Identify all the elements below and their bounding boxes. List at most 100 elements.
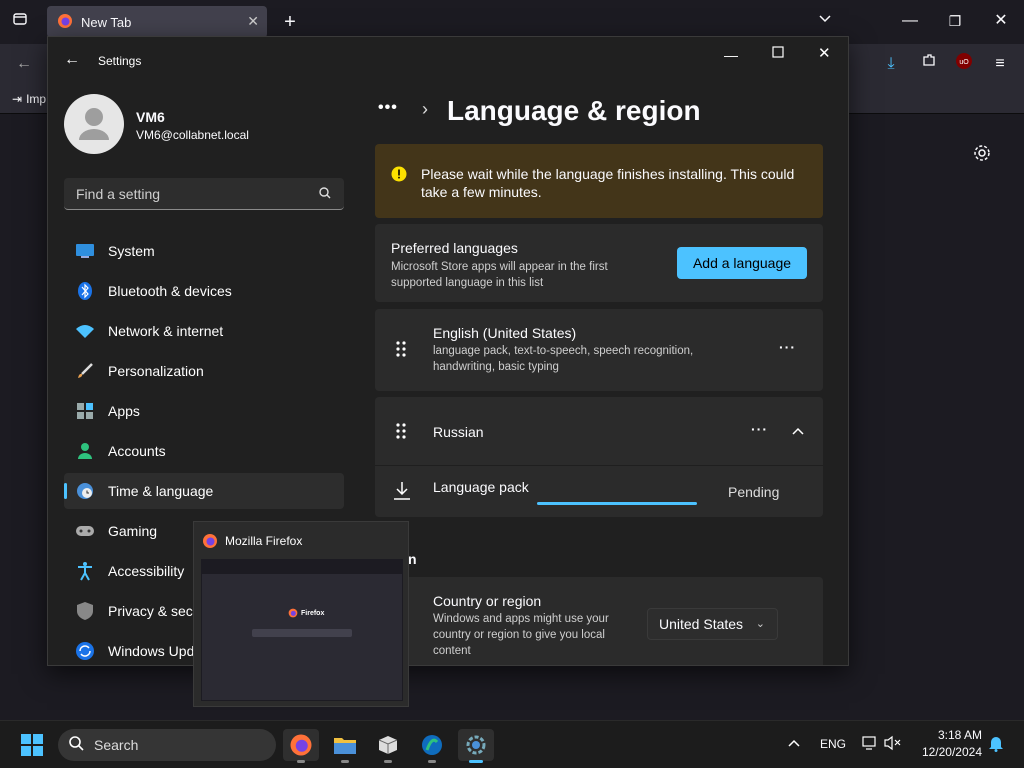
back-arrow-icon[interactable]: ←: [64, 51, 80, 69]
ublock-icon[interactable]: uO: [952, 52, 976, 76]
sidebar-item-accounts[interactable]: Accounts: [64, 433, 344, 469]
language-indicator[interactable]: ENG: [820, 737, 846, 751]
taskbar-app-blue[interactable]: [414, 729, 450, 763]
sidebar-item-label: System: [108, 243, 155, 259]
chevron-down-icon[interactable]: [813, 9, 837, 33]
taskbar-firefox[interactable]: [283, 729, 319, 763]
search-placeholder: Find a setting: [76, 186, 161, 202]
accessibility-icon: [74, 560, 96, 582]
taskbar-settings[interactable]: [458, 729, 494, 763]
sidebar-item-network[interactable]: Network & internet: [64, 313, 344, 349]
gamepad-icon: [74, 520, 96, 542]
taskbar: Search ENG 3:18 AM 12/20/2024: [0, 720, 1024, 768]
wifi-icon: [74, 320, 96, 342]
thumb-tabbar: [202, 560, 402, 574]
minimize-button[interactable]: —: [898, 9, 922, 33]
tab-list-icon[interactable]: [8, 10, 32, 34]
back-arrow-icon[interactable]: ←: [12, 52, 36, 76]
download-icon: [393, 481, 411, 506]
chevron-up-icon[interactable]: [787, 735, 801, 753]
search-icon: [68, 735, 84, 756]
maximize-button[interactable]: [772, 45, 784, 63]
sidebar-item-label: Gaming: [108, 523, 158, 539]
sidebar-item-system[interactable]: System: [64, 233, 344, 269]
language-pack-progress: [537, 502, 697, 505]
close-tab-icon[interactable]: ✕: [247, 13, 259, 30]
sidebar-item-label: Personalization: [108, 363, 204, 379]
breadcrumb-more-button[interactable]: •••: [378, 99, 398, 117]
thumb-logo: Firefox: [288, 608, 324, 618]
search-icon: [318, 186, 332, 205]
clock-time[interactable]: 3:18 AM: [934, 728, 982, 742]
page-title: Language & region: [447, 95, 701, 126]
settings-title: Settings: [98, 54, 142, 68]
divider: [375, 465, 823, 466]
system-icon: [74, 240, 96, 262]
sidebar-item-label: Accessibility: [108, 563, 185, 579]
warning-infobar: Please wait while the language finishes …: [375, 144, 823, 218]
start-button[interactable]: [14, 729, 50, 761]
thumb-search: [252, 629, 352, 637]
country-select[interactable]: United States ⌄: [647, 608, 778, 640]
volume-muted-icon[interactable]: [884, 735, 902, 756]
menu-icon[interactable]: ≡: [988, 52, 1012, 76]
running-indicator: [341, 760, 349, 763]
sidebar-item-label: Privacy & secu: [108, 603, 201, 619]
network-icon[interactable]: [862, 735, 878, 756]
warning-icon: [391, 166, 407, 187]
sidebar-item-label: Apps: [108, 403, 140, 419]
search-input[interactable]: Find a setting: [64, 178, 344, 210]
country-title: Country or region: [433, 593, 542, 609]
thumbnail-image: Firefox: [201, 559, 403, 701]
chevron-up-icon[interactable]: [791, 423, 805, 441]
sidebar-item-personalization[interactable]: Personalization: [64, 353, 344, 389]
language-pack-label: Language pack: [433, 479, 529, 495]
download-icon[interactable]: ⤓: [879, 52, 903, 76]
notification-bell-icon[interactable]: [988, 734, 1004, 757]
preferred-languages-card: Preferred languages Microsoft Store apps…: [375, 224, 823, 302]
running-indicator: [384, 760, 392, 763]
restore-button[interactable]: ❐: [943, 9, 967, 33]
new-tab-button[interactable]: +: [278, 10, 302, 34]
country-desc: Windows and apps might use your country …: [433, 613, 609, 657]
import-label: Imp: [26, 92, 47, 106]
sidebar-item-apps[interactable]: Apps: [64, 393, 344, 429]
taskbar-search[interactable]: Search: [58, 729, 276, 761]
svg-text:uO: uO: [959, 59, 969, 66]
language-item-russian[interactable]: Russian ··· Language pack Pending: [375, 397, 823, 517]
page-settings-gear-icon[interactable]: [972, 143, 992, 168]
browser-tab[interactable]: New Tab ✕: [47, 6, 267, 38]
drag-handle-icon[interactable]: [395, 422, 407, 445]
bluetooth-icon: [74, 280, 96, 302]
sidebar-item-time-language[interactable]: Time & language: [64, 473, 344, 509]
close-button[interactable]: ✕: [818, 44, 831, 62]
taskbar-app-cube[interactable]: [370, 729, 406, 763]
more-options-icon[interactable]: ···: [779, 339, 796, 355]
add-language-button[interactable]: Add a language: [677, 247, 807, 279]
sidebar-item-label: Network & internet: [108, 323, 224, 339]
extensions-icon[interactable]: [917, 52, 941, 76]
active-indicator: [469, 760, 483, 763]
sidebar-item-bluetooth[interactable]: Bluetooth & devices: [64, 273, 344, 309]
settings-window: ← Settings — ✕ VM6 VM6@collabnet.local F…: [47, 36, 849, 666]
preferred-title: Preferred languages: [391, 240, 518, 256]
language-item-english[interactable]: English (United States) language pack, t…: [375, 309, 823, 391]
import-bookmarks[interactable]: ⇥ Imp: [12, 92, 46, 106]
country-region-card: Country or region Windows and apps might…: [375, 577, 823, 665]
update-icon: [74, 640, 96, 662]
drag-handle-icon[interactable]: [395, 340, 407, 363]
clock-date[interactable]: 12/20/2024: [918, 745, 982, 759]
avatar[interactable]: [64, 94, 124, 154]
import-icon: ⇥: [12, 92, 23, 106]
sidebar-item-label: Accounts: [108, 443, 166, 459]
running-indicator: [428, 760, 436, 763]
thumbnail-title: Mozilla Firefox: [225, 534, 303, 548]
tab-title: New Tab: [81, 14, 132, 30]
minimize-button[interactable]: —: [724, 47, 738, 63]
close-button[interactable]: ✕: [989, 9, 1013, 33]
more-options-icon[interactable]: ···: [751, 421, 768, 437]
taskbar-thumbnail-preview[interactable]: Mozilla Firefox Firefox: [193, 521, 409, 707]
language-features: language pack, text-to-speech, speech re…: [433, 345, 694, 373]
taskbar-file-explorer[interactable]: [327, 729, 363, 763]
sidebar-item-label: Time & language: [108, 483, 214, 499]
